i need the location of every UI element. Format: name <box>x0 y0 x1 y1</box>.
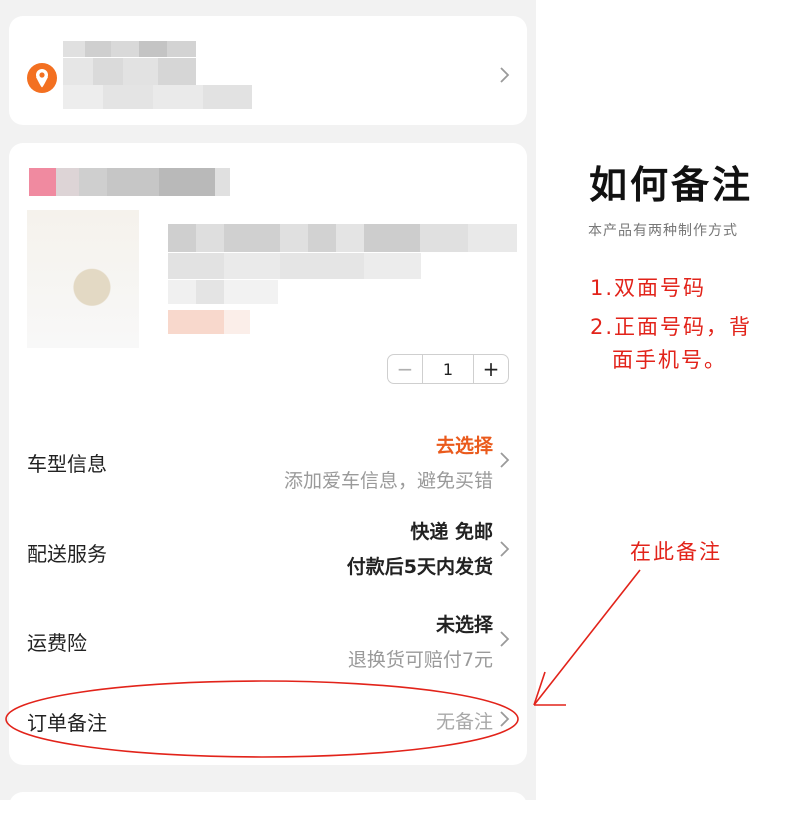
highlight-ellipse <box>5 680 519 758</box>
annotation-overlay <box>5 569 641 758</box>
annotation-arrow-line <box>533 569 641 706</box>
annotation-arrow-head-a <box>533 671 546 706</box>
